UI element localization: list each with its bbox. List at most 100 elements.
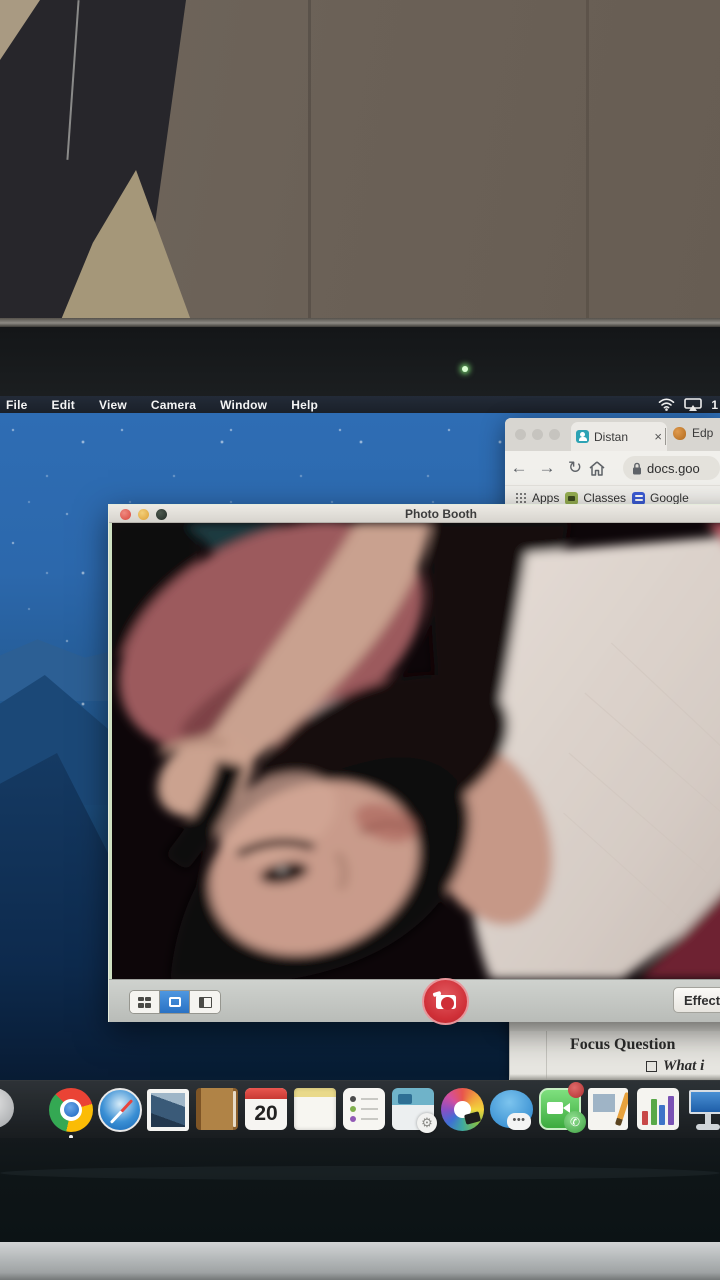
minimize-window-button[interactable] [532, 429, 543, 440]
notification-badge [568, 1082, 584, 1098]
partial-app-icon [0, 1088, 14, 1128]
pages-document-icon [588, 1088, 628, 1130]
laptop-top-bezel [0, 327, 720, 396]
dock-icon-chrome[interactable] [49, 1088, 93, 1132]
notes-icon [294, 1088, 336, 1130]
grid-view-icon [138, 997, 151, 1008]
url-text: docs.goo [647, 461, 700, 476]
google-doc-icon [632, 492, 645, 505]
apps-grid-icon [515, 492, 527, 504]
filmstrip-view-button[interactable] [190, 991, 220, 1013]
wifi-icon[interactable] [658, 398, 675, 411]
numbers-barchart-icon [637, 1088, 679, 1130]
close-window-button[interactable] [515, 429, 526, 440]
webcam-preview [109, 523, 720, 979]
laptop-bottom-bezel [0, 1138, 720, 1242]
photo-booth-toolbar: Effects [109, 979, 720, 1022]
reload-button[interactable]: ↻ [561, 458, 589, 478]
home-button[interactable] [589, 461, 617, 476]
view-mode-segmented-control [129, 990, 221, 1014]
dock-icon-partial-app[interactable] [0, 1088, 44, 1132]
menu-help[interactable]: Help [291, 398, 318, 412]
take-photo-shutter-button[interactable] [422, 978, 469, 1025]
bookmark-classes[interactable]: Classes [565, 491, 626, 505]
calendar-date: 20 [245, 1099, 287, 1128]
back-button[interactable]: ← [505, 458, 533, 478]
facetime-camera-icon: ✆ [539, 1088, 581, 1130]
phone-icon: ✆ [564, 1111, 586, 1133]
effects-button[interactable]: Effects [673, 987, 720, 1013]
menu-camera[interactable]: Camera [151, 398, 196, 412]
chrome-tab-bar: Distan × Edp [505, 418, 720, 451]
minimize-window-button[interactable] [138, 509, 149, 520]
photo-booth-titlebar[interactable]: Photo Booth [109, 505, 720, 523]
checkbox-label: What i [663, 1058, 704, 1075]
forward-button[interactable]: → [533, 458, 561, 478]
safari-compass-icon [98, 1088, 142, 1132]
single-view-button[interactable] [160, 991, 190, 1013]
room-wall [0, 0, 720, 332]
bookmark-apps[interactable]: Apps [515, 491, 559, 505]
bookmark-label: Classes [583, 491, 626, 505]
close-window-button[interactable] [120, 509, 131, 520]
keynote-podium-icon [686, 1088, 720, 1130]
photo-of-laptop-scene: File Edit View Camera Window Help 1 Dist… [0, 0, 720, 1280]
reminders-icon [343, 1088, 385, 1130]
lock-icon [632, 462, 642, 475]
calendar-icon: 20 [245, 1088, 287, 1130]
ellipsis-bubble: ••• [507, 1113, 531, 1130]
menu-window[interactable]: Window [220, 398, 267, 412]
docs-checkbox-line: What i [646, 1058, 704, 1075]
docs-person-icon [576, 430, 589, 443]
menu-bar: File Edit View Camera Window Help 1 [0, 396, 720, 413]
single-view-icon [169, 997, 181, 1007]
tab-distance-learning[interactable]: Distan × [571, 422, 667, 451]
google-docs-window: Focus Question What i [509, 1018, 720, 1080]
filmstrip-view-icon [199, 997, 212, 1008]
dock-icon-reminders[interactable] [343, 1088, 387, 1132]
menu-file[interactable]: File [6, 398, 27, 412]
laptop-aluminum-base [0, 1242, 720, 1280]
messages-bubble-icon: ••• [490, 1090, 533, 1128]
contacts-book-icon [196, 1088, 238, 1130]
dock-icon-keynote[interactable] [686, 1088, 720, 1132]
photo-booth-window: Photo Booth [108, 504, 720, 1022]
dock-icon-numbers[interactable] [637, 1088, 681, 1132]
dock-icon-notes[interactable] [294, 1088, 338, 1132]
dock-icon-calendar[interactable]: 20 [245, 1088, 289, 1132]
dock-icon-messages[interactable]: ••• [490, 1088, 534, 1132]
tab-separator [665, 428, 666, 445]
edpuzzle-icon [673, 427, 686, 440]
address-bar[interactable]: docs.goo [623, 456, 720, 480]
bookmark-label: Google [650, 491, 689, 505]
tab-label: Distan [594, 430, 628, 444]
classes-folder-icon [565, 492, 578, 505]
grid-view-button[interactable] [130, 991, 160, 1013]
dock-icon-preview[interactable] [147, 1088, 191, 1132]
dock-icon-facetime[interactable]: ✆ [539, 1088, 583, 1132]
checkbox[interactable] [646, 1061, 657, 1072]
webcam-selfie-image [112, 523, 720, 979]
tab-label: Edp [692, 426, 713, 440]
boxed-app-gear-icon [392, 1088, 434, 1130]
menu-view[interactable]: View [99, 398, 127, 412]
bookmark-google[interactable]: Google [632, 491, 689, 505]
airplay-icon[interactable] [684, 398, 702, 411]
dock-icon-photos[interactable] [441, 1088, 485, 1132]
camera-icon [436, 995, 456, 1009]
dock-icon-pages[interactable] [588, 1088, 632, 1132]
zoom-window-button[interactable] [549, 429, 560, 440]
tab-edpuzzle[interactable]: Edp [673, 426, 713, 440]
webcam-led [462, 366, 468, 372]
battery-percent-text: 1 [711, 398, 718, 412]
zoom-window-button[interactable] [156, 509, 167, 520]
dock-icon-safari[interactable] [98, 1088, 142, 1132]
close-tab-icon[interactable]: × [654, 429, 662, 444]
picture-frame-icon [147, 1089, 189, 1131]
chrome-icon [49, 1088, 93, 1132]
window-title: Photo Booth [405, 507, 477, 521]
docs-heading: Focus Question [570, 1036, 720, 1054]
dock-icon-installer[interactable] [392, 1088, 436, 1132]
menu-edit[interactable]: Edit [51, 398, 74, 412]
dock-icon-contacts[interactable] [196, 1088, 240, 1132]
